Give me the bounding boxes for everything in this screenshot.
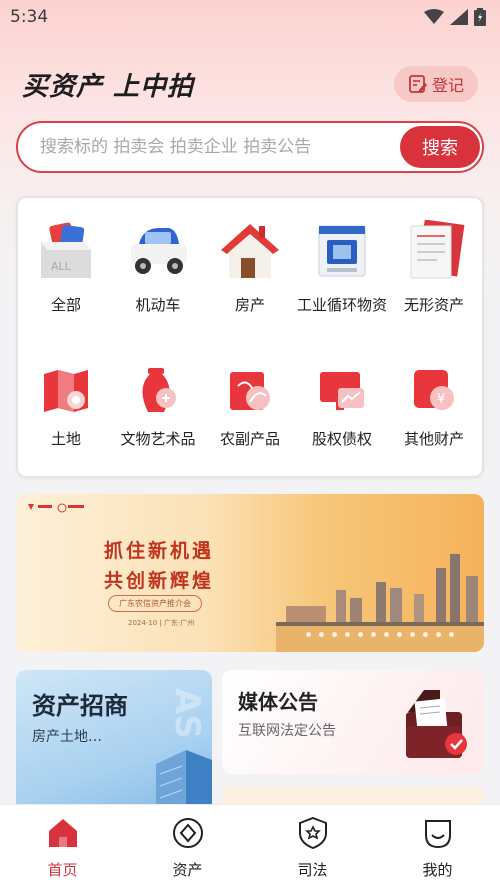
- status-icons: [424, 8, 486, 26]
- industrial-machine-icon: [318, 225, 366, 277]
- nav-home[interactable]: 首页: [23, 815, 103, 888]
- car-icon: [131, 228, 187, 274]
- category-label: 无形资产: [403, 296, 464, 314]
- media-notice-subtitle: 互联网法定公告: [238, 723, 336, 739]
- asset-invest-title: 资产招商: [32, 692, 128, 720]
- status-time: 5:34: [10, 7, 49, 27]
- app-header: 买资产 上中拍 登记: [22, 64, 478, 104]
- category-label: 全部: [50, 296, 81, 314]
- document-icon: [410, 219, 465, 279]
- category-label: 工业循环物资: [296, 296, 387, 314]
- stock-chart-icon: [320, 372, 364, 410]
- nav-label: 资产: [172, 861, 203, 879]
- justice-shield-icon: [298, 816, 327, 850]
- banner-event-pill: 广东农信资产推介会: [108, 595, 202, 612]
- asset-invest-subtitle: 房产土地…: [32, 729, 102, 745]
- nav-label: 司法: [297, 861, 328, 879]
- banner-slogan: 抓住新机遇 共创新辉煌: [104, 536, 214, 596]
- category-industrial[interactable]: 工业循环物资: [296, 220, 388, 316]
- watermark-text-image: AS: [167, 688, 207, 739]
- search-button[interactable]: 搜索: [400, 126, 480, 168]
- asset-invest-card[interactable]: 资产招商 房产土地… AS: [16, 670, 212, 820]
- search-bar: 搜索: [16, 121, 484, 173]
- category-label: 农副产品: [219, 430, 280, 448]
- category-label: 其他财产: [403, 430, 464, 448]
- banner-date: 2024-10 | 广东·广州: [128, 619, 195, 627]
- banner-logo: [26, 502, 86, 514]
- promo-banner[interactable]: 抓住新机遇 共创新辉煌 广东农信资产推介会 2024-10 | 广东·广州: [16, 494, 484, 652]
- svg-text:AS: AS: [167, 688, 207, 739]
- all-box-icon: ALL: [41, 222, 91, 278]
- category-antiques[interactable]: 文物艺术品: [112, 366, 204, 450]
- nav-label: 首页: [47, 861, 78, 879]
- category-equity[interactable]: 股权债权: [296, 366, 388, 450]
- register-label: 登记: [431, 76, 464, 95]
- brand-title: 买资产 上中拍: [22, 71, 195, 102]
- category-house[interactable]: 房产: [204, 220, 296, 316]
- house-icon: [221, 224, 279, 278]
- vase-icon: [142, 368, 176, 412]
- battery-icon: [474, 8, 486, 26]
- category-agriculture[interactable]: 农副产品: [204, 366, 296, 450]
- media-notice-title: 媒体公告: [238, 690, 318, 714]
- banner-slogan-line: 抓住新机遇: [104, 540, 215, 562]
- category-label: 房产: [234, 296, 265, 314]
- city-skyline-image: [276, 554, 484, 652]
- category-all[interactable]: ALL 全部: [20, 220, 112, 316]
- asset-diamond-icon: [172, 818, 203, 848]
- search-input[interactable]: [40, 137, 390, 157]
- banner-slogan-line: 共创新辉煌: [104, 570, 215, 592]
- nav-label: 我的: [422, 861, 453, 879]
- brand-logo-icon: [28, 503, 84, 513]
- profile-icon: [424, 820, 451, 849]
- category-other[interactable]: ¥ 其他财产: [388, 366, 480, 450]
- search-button-label: 搜索: [422, 138, 458, 159]
- signal-icon: [450, 9, 468, 25]
- category-label: 土地: [50, 430, 81, 448]
- edit-document-icon: [409, 75, 427, 93]
- agriculture-icon: [230, 372, 270, 410]
- category-land[interactable]: 土地: [20, 366, 112, 450]
- ballot-box-icon: [406, 690, 467, 758]
- wifi-icon: [424, 9, 444, 24]
- category-label: 文物艺术品: [120, 430, 196, 448]
- category-vehicle[interactable]: 机动车: [112, 220, 204, 316]
- svg-text:ALL: ALL: [51, 260, 72, 273]
- category-grid: ALL 全部 机动车 房产 工业循环物资 无形资产 土地 文物艺术品 农副产品 …: [16, 196, 484, 478]
- nav-judicial[interactable]: 司法: [273, 815, 353, 888]
- category-intangible[interactable]: 无形资产: [388, 219, 480, 316]
- nav-assets[interactable]: 资产: [148, 815, 228, 888]
- land-map-icon: [44, 370, 88, 412]
- other-property-icon: ¥: [414, 370, 454, 410]
- home-icon: [48, 819, 77, 847]
- status-bar: 5:34: [0, 0, 500, 34]
- media-notice-card[interactable]: 媒体公告 互联网法定公告: [222, 670, 484, 774]
- category-label: 股权债权: [311, 430, 372, 448]
- bottom-nav: 首页 资产 司法 我的: [0, 804, 500, 888]
- register-button[interactable]: 登记: [393, 66, 478, 102]
- carousel-indicator: [306, 632, 454, 637]
- category-label: 机动车: [135, 296, 181, 314]
- svg-text:¥: ¥: [437, 392, 445, 407]
- nav-profile[interactable]: 我的: [398, 815, 478, 888]
